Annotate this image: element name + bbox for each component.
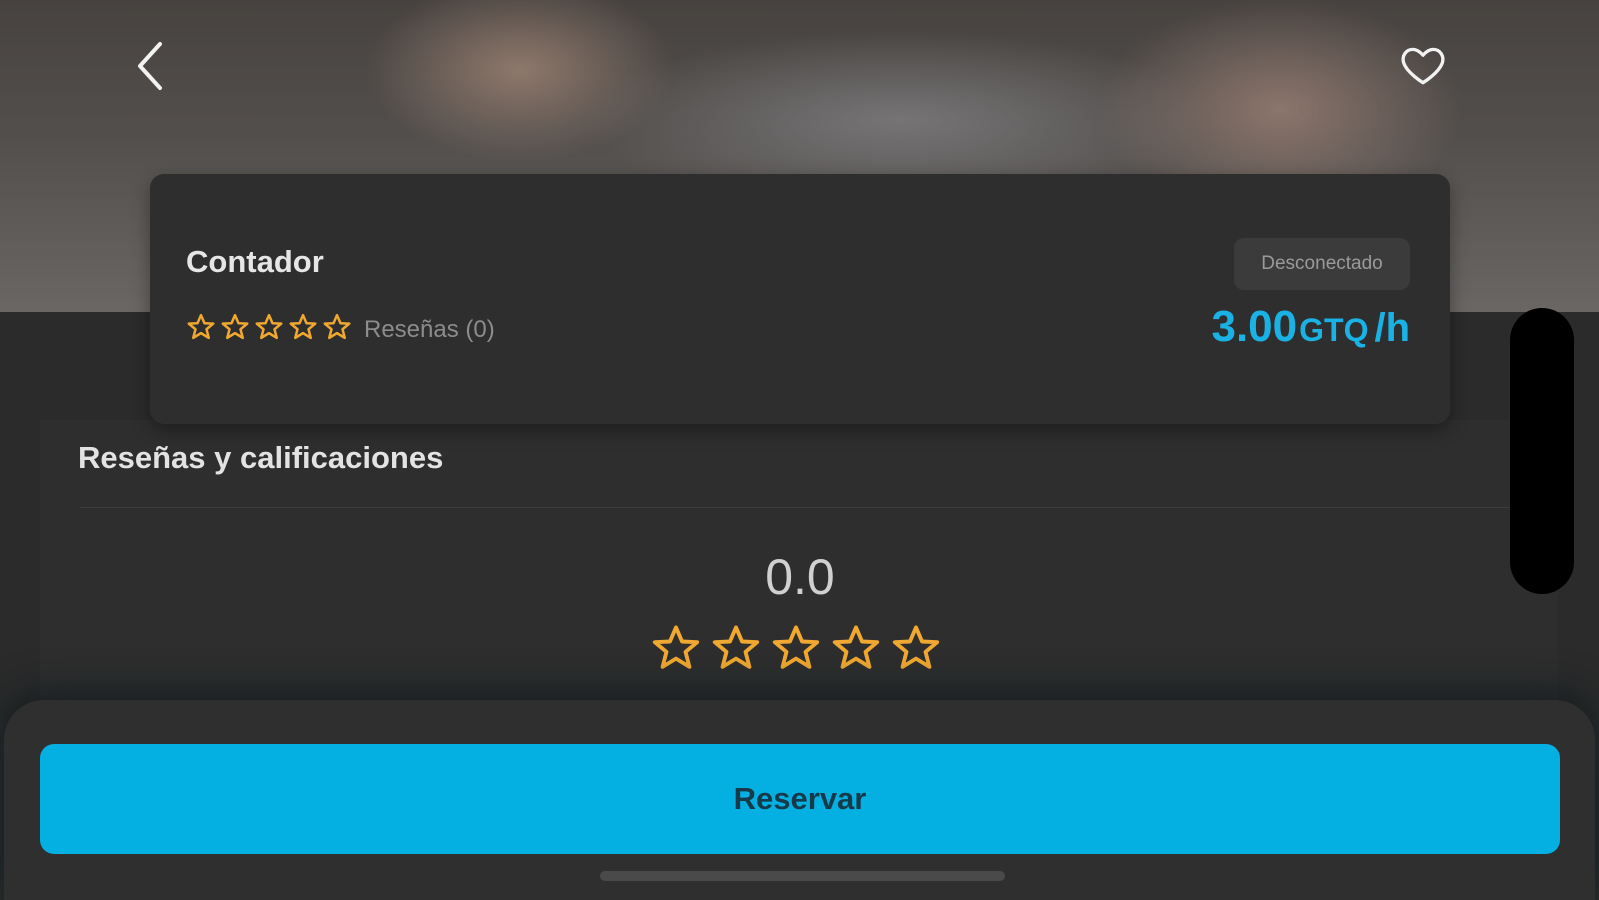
price-unit: /h <box>1374 306 1410 350</box>
card-rating-stars <box>186 312 352 342</box>
favorite-button[interactable] <box>1398 40 1448 90</box>
average-rating: 0.0 <box>765 549 835 605</box>
star-outline-icon <box>221 313 249 340</box>
star-outline-icon <box>255 313 283 340</box>
star-outline-icon <box>289 313 317 340</box>
reviews-count-link[interactable]: Reseñas (0) <box>364 316 495 344</box>
book-button[interactable]: Reservar <box>40 744 1560 854</box>
price-currency: GTQ <box>1299 312 1369 348</box>
star-outline-icon <box>712 625 760 669</box>
heart-outline-icon <box>1401 47 1445 85</box>
average-rating-stars <box>650 622 942 674</box>
star-outline-icon <box>832 625 880 669</box>
star-outline-icon <box>323 313 351 340</box>
price-amount: 3.00 <box>1211 302 1298 351</box>
reviews-heading: Reseñas y calificaciones <box>78 440 444 475</box>
scroll-indicator[interactable] <box>1510 308 1574 594</box>
service-title: Contador <box>186 244 324 279</box>
star-outline-icon <box>187 313 215 340</box>
section-divider <box>80 507 1510 508</box>
chevron-left-icon <box>138 42 162 90</box>
home-indicator <box>600 871 1005 881</box>
star-outline-icon <box>772 625 820 669</box>
star-outline-icon <box>652 625 700 669</box>
status-badge: Desconectado <box>1234 238 1410 290</box>
price: 3.00 GTQ /h <box>1211 302 1410 352</box>
service-info-card: Contador Reseñas (0) Desconectado 3.00 G… <box>150 174 1450 424</box>
service-detail-screen: Contador Reseñas (0) Desconectado 3.00 G… <box>0 0 1599 900</box>
back-button[interactable] <box>130 38 174 94</box>
star-outline-icon <box>892 625 940 669</box>
